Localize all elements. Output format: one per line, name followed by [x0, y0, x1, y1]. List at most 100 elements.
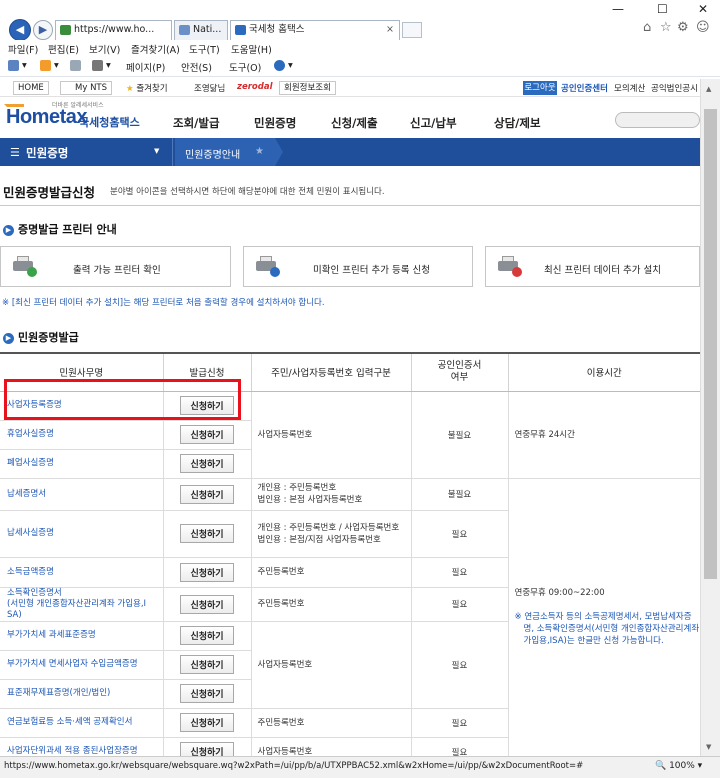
gnb-consult[interactable]: 상담/제보: [494, 115, 541, 131]
apply-button[interactable]: 신청하기: [180, 594, 234, 614]
hours-cell: 연중무휴 09:00~22:00 ※ 연금소득자 등의 소득공제명세서, 모범납…: [507, 478, 700, 767]
hometax-logo-sub[interactable]: 국세청홈택스: [79, 114, 140, 130]
register-printer-button[interactable]: 미확인 프린터 추가 등록 신청: [243, 246, 473, 287]
settings-gear-icon[interactable]: ⚙: [677, 20, 689, 35]
scroll-down-icon[interactable]: ▼: [706, 743, 711, 751]
apply-button[interactable]: 신청하기: [180, 655, 234, 674]
apply-button[interactable]: 신청하기: [180, 713, 234, 732]
id-type-cell: 주민등록번호: [250, 557, 411, 588]
service-name[interactable]: 연금보험료등 소득·세액 공제확인서: [7, 717, 132, 727]
minimize-icon[interactable]: —: [612, 2, 624, 16]
service-name[interactable]: 소득금액증명: [7, 567, 54, 577]
gnb-certificate[interactable]: 민원증명: [254, 115, 296, 131]
menu-file[interactable]: 파일(F): [8, 42, 38, 56]
service-name[interactable]: 부가가치세 면세사업자 수입금액증명: [7, 659, 138, 669]
tab-label: 국세청 홈택스: [249, 24, 305, 35]
service-name[interactable]: 부가가치세 과세표준증명: [7, 630, 96, 640]
menu-edit[interactable]: 편집(E): [48, 42, 79, 56]
service-name[interactable]: 휴업사실증명: [7, 429, 54, 439]
tab-nati[interactable]: Nati...: [174, 20, 228, 40]
chevron-down-icon[interactable]: ▼: [154, 147, 159, 155]
print-icon[interactable]: ▾: [92, 60, 111, 71]
menu-help[interactable]: 도움말(H): [231, 42, 272, 56]
tools-menu[interactable]: 도구(O): [229, 60, 261, 74]
hamburger-icon[interactable]: ☰: [10, 146, 20, 159]
browser-titlebar: ◀ ▶ https://www.ho... Nati... 국세청 홈택스 × …: [0, 0, 720, 41]
zerodal-link[interactable]: zerodal: [237, 82, 272, 92]
cert-cell: 불필요: [410, 478, 508, 511]
service-name[interactable]: 폐업사실증명: [7, 458, 54, 468]
site-header: 더바른 알레세서비스 Hometax 국세청홈택스 조회/발급 민원증명 신청/…: [0, 98, 700, 138]
smiley-icon[interactable]: ☺: [696, 20, 710, 35]
check-printer-button[interactable]: 출력 가능 프린터 확인: [0, 246, 231, 287]
service-name[interactable]: 납세증명서: [7, 489, 46, 499]
header-apply: 발급신청: [162, 352, 251, 392]
gnb-report[interactable]: 신고/납부: [410, 115, 457, 131]
logout-button[interactable]: 로그아웃: [523, 81, 557, 95]
cert-center-link[interactable]: 공인인증센터: [561, 82, 608, 94]
mail-icon[interactable]: [70, 60, 81, 71]
install-printer-data-button[interactable]: 최신 프린터 데이터 추가 설치: [485, 246, 700, 287]
feeds-icon[interactable]: ▾: [40, 60, 59, 71]
menu-view[interactable]: 보기(V): [89, 42, 120, 56]
new-tab-button[interactable]: [402, 22, 422, 38]
home-icon[interactable]: ⌂: [643, 20, 651, 35]
menu-tools[interactable]: 도구(T): [189, 42, 220, 56]
apply-button[interactable]: 신청하기: [180, 684, 234, 703]
apply-button[interactable]: 신청하기: [180, 562, 234, 582]
close-tab-icon[interactable]: ×: [386, 21, 394, 39]
member-info-button[interactable]: 회원정보조회: [279, 81, 336, 95]
gnb-apply[interactable]: 신청/제출: [331, 115, 378, 131]
apply-button[interactable]: 신청하기: [180, 425, 234, 444]
apply-button[interactable]: 신청하기: [180, 524, 234, 543]
safety-menu[interactable]: 안전(S): [181, 60, 212, 74]
apply-button[interactable]: 신청하기: [180, 626, 234, 645]
service-name[interactable]: 소득확인증명서 (서민형 개인종합자산관리계좌 가입용,I SA): [7, 588, 146, 620]
scroll-up-icon[interactable]: ▲: [706, 85, 711, 93]
tab-hometax[interactable]: 국세청 홈택스 ×: [230, 20, 400, 41]
vertical-scrollbar[interactable]: ▲ ▼: [700, 79, 720, 756]
help-icon[interactable]: ▾: [274, 60, 293, 71]
bookmark-star-icon[interactable]: ★: [255, 146, 264, 157]
breadcrumb-item[interactable]: 민원증명안내: [185, 146, 240, 161]
home-link[interactable]: HOME: [13, 81, 49, 95]
apply-button[interactable]: 신청하기: [180, 454, 234, 473]
cert-cell: 필요: [410, 621, 508, 709]
favorites-link[interactable]: ★ 즐겨찾기: [126, 82, 168, 94]
printer-notice: ※ [최신 프린터 데이터 추가 설치]는 해당 프린터로 처음 출력할 경우에…: [2, 298, 325, 308]
mynts-link[interactable]: My NTS: [60, 81, 113, 95]
favorites-star-icon[interactable]: ☆: [660, 20, 672, 35]
public-notice-link[interactable]: 공익법인공시: [651, 82, 698, 94]
mock-tax-link[interactable]: 모의계산: [614, 82, 645, 94]
header-search-input[interactable]: [615, 112, 700, 128]
page-menu[interactable]: 페이지(P): [126, 60, 165, 74]
page-icon: [179, 25, 190, 35]
service-name[interactable]: 표준재무제표증명(개인/법인): [7, 688, 110, 698]
gnb-inquiry[interactable]: 조회/발급: [173, 115, 220, 131]
address-bar[interactable]: https://www.ho...: [55, 20, 172, 40]
menu-favorites[interactable]: 즐겨찾기(A): [131, 42, 180, 56]
service-name[interactable]: 사업자단위과세 적용 종된사업장증명: [7, 746, 138, 756]
service-name[interactable]: 납세사실증명: [7, 528, 54, 538]
back-button[interactable]: ◀: [9, 19, 31, 41]
service-name[interactable]: 사업자등록증명: [7, 400, 62, 410]
scroll-thumb[interactable]: [704, 109, 717, 579]
home-cmd-icon[interactable]: ▾: [8, 60, 27, 71]
apply-button[interactable]: 신청하기: [180, 484, 234, 504]
header-service-name: 민원사무명: [0, 352, 163, 392]
page-heading: 민원증명발급신청 분야별 아이콘을 선택하시면 하단에 해당분야에 대한 전체 …: [0, 166, 700, 206]
id-type-cell: 개인용 : 주민등록번호 법인용 : 본점 사업자등록번호: [250, 478, 411, 511]
hometax-logo[interactable]: Hometax: [6, 106, 87, 129]
apply-button[interactable]: 신청하기: [180, 396, 234, 415]
close-window-icon[interactable]: ✕: [698, 2, 708, 16]
section-nav-bar: ☰ 민원증명 ▼ 민원증명안내 ★: [0, 138, 700, 166]
section-menu-label[interactable]: 민원증명: [26, 145, 68, 161]
maximize-icon[interactable]: ☐: [657, 2, 668, 16]
zoom-value: 100%: [669, 761, 695, 771]
table-row: 납세증명서 신청하기 개인용 : 주민등록번호 법인용 : 본점 사업자등록번호…: [0, 478, 700, 767]
forward-button[interactable]: ▶: [33, 20, 53, 40]
hours-note: ※ 연금소득자 등의 소득공제명세서, 모범납세자증명, 소득확인증명서(서민형…: [514, 611, 700, 646]
printer-add-icon: [256, 256, 280, 277]
zoom-level[interactable]: 🔍 100% ▾: [655, 761, 702, 771]
breadcrumb-arrow: [275, 138, 283, 166]
